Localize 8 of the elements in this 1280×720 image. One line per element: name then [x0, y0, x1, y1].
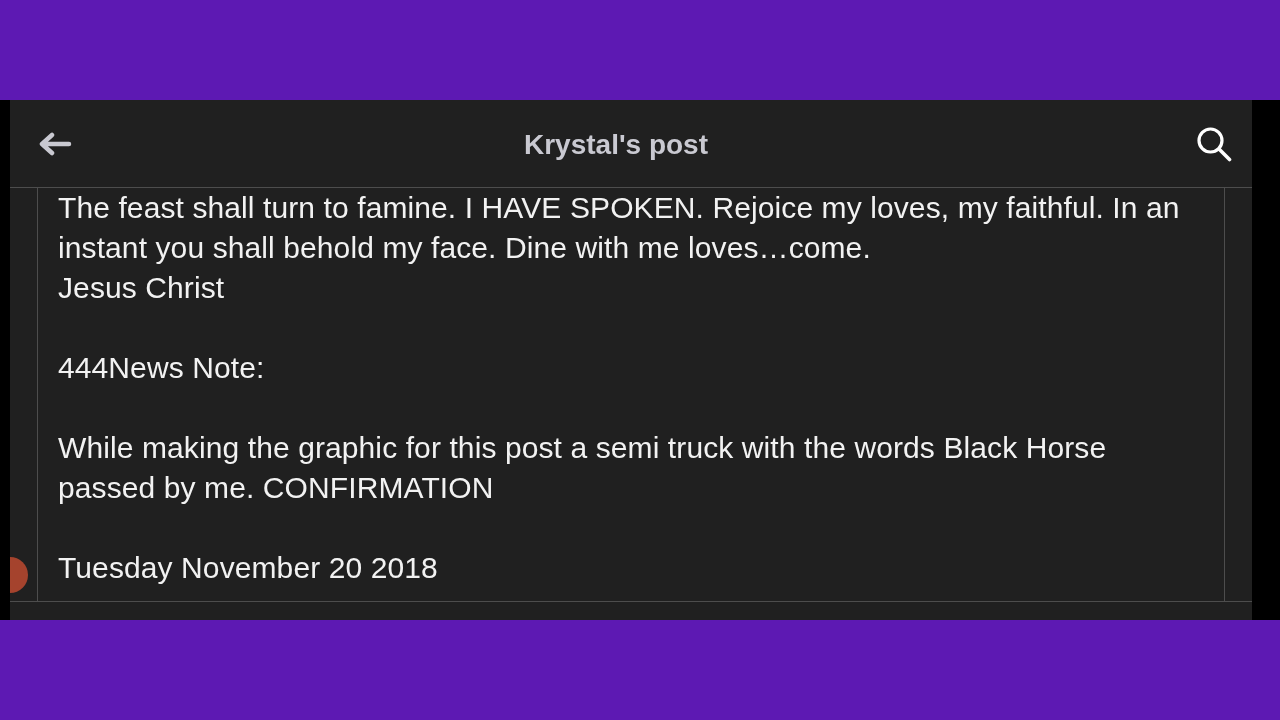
post-text: While making the graphic for this post a semi truck with the words Black Horse passed by me. CONFIRMATION [58, 430, 1108, 506]
page-title: Krystal's post [523, 128, 709, 161]
post-text: The feast shall turn to famine. I HAVE SPOKEN. Rejoice my loves, my faithful. In an instant you shall behold my face. Dine with me loves…come. [58, 190, 1181, 266]
post-text: 444News Note: [58, 350, 266, 386]
back-arrow-icon[interactable] [38, 131, 72, 156]
post-text: Tuesday November 20 2018 [58, 550, 439, 586]
search-icon[interactable] [1196, 125, 1232, 162]
post-text: Jesus Christ [58, 270, 226, 306]
